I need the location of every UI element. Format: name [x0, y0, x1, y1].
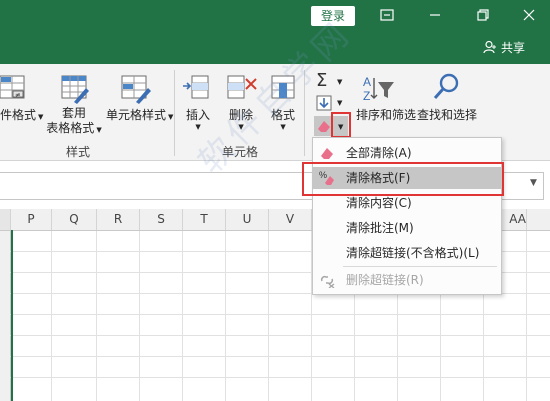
- fill-button[interactable]: ▼: [314, 94, 346, 112]
- ribbon-display-options-icon[interactable]: [380, 8, 394, 22]
- conditional-format-label: 件格式: [0, 108, 37, 122]
- highlight-clear-formats: [302, 162, 504, 196]
- svg-text:≠: ≠: [15, 91, 21, 99]
- share-label: 共享: [501, 40, 526, 55]
- menu-item-label: 全部清除(A): [346, 146, 412, 160]
- conditional-format-icon[interactable]: ≠: [0, 74, 30, 102]
- title-bar: 登录 共享: [0, 0, 550, 64]
- column-header-p[interactable]: P: [11, 209, 52, 230]
- table-format-label-1: 套用: [61, 106, 86, 120]
- menu-divider: [343, 266, 497, 267]
- sort-filter-button[interactable]: 排序和筛选: [356, 106, 416, 123]
- menu-item-label: 清除批注(M): [346, 221, 414, 235]
- column-header-s[interactable]: S: [140, 209, 183, 230]
- formula-expand-button[interactable]: ▼: [530, 178, 544, 192]
- selected-cell-edge: [0, 230, 13, 401]
- table-format-button[interactable]: 套用 表格格式 ▼: [44, 106, 104, 138]
- svg-text:A: A: [363, 75, 371, 89]
- clear-dropdown-menu: 全部清除(A) % 清除格式(F) 清除内容(C) 清除批注(M) 清除超链接(…: [312, 137, 502, 295]
- eraser-icon: [321, 148, 333, 159]
- insert-label: 插入: [186, 108, 211, 122]
- svg-text:Z: Z: [363, 89, 370, 103]
- restore-icon[interactable]: [476, 8, 490, 22]
- column-header-v[interactable]: V: [269, 209, 312, 230]
- chevron-down-icon: ▼: [96, 126, 102, 134]
- menu-item-clear-comments[interactable]: 清除批注(M): [313, 217, 501, 239]
- chevron-down-icon: ▼: [337, 99, 343, 107]
- sort-filter-label: 排序和筛选: [356, 108, 417, 122]
- eraser-icon: [318, 121, 330, 132]
- group-separator: [174, 70, 175, 156]
- chevron-down-icon: ▼: [530, 178, 537, 188]
- find-select-button[interactable]: 查找和选择: [417, 106, 477, 123]
- conditional-format-button[interactable]: 件格式 ▼: [0, 106, 43, 123]
- insert-cells-icon[interactable]: [182, 74, 212, 102]
- share-button[interactable]: 共享: [483, 38, 525, 56]
- close-icon[interactable]: [522, 8, 536, 22]
- magnifier-icon[interactable]: [432, 72, 462, 102]
- column-header-q[interactable]: Q: [52, 209, 97, 230]
- menu-item-clear-all[interactable]: 全部清除(A): [313, 142, 501, 164]
- find-select-label: 查找和选择: [417, 108, 478, 122]
- menu-item-label: 删除超链接(R): [346, 273, 424, 287]
- chevron-down-icon: ▼: [38, 113, 44, 121]
- remove-link-icon: [320, 275, 335, 288]
- styles-group-label: 样式: [66, 145, 91, 159]
- minimize-icon[interactable]: [428, 8, 442, 22]
- cell-style-label: 单元格样式: [106, 108, 167, 122]
- sort-filter-icon[interactable]: A Z: [362, 74, 396, 104]
- table-format-icon[interactable]: [60, 74, 90, 104]
- cell-style-icon[interactable]: [120, 74, 152, 104]
- highlight-clear-dropdown: [331, 112, 351, 138]
- chevron-down-icon: ▼: [168, 113, 174, 121]
- table-format-label-2: 表格格式: [46, 121, 95, 135]
- menu-item-label: 清除超链接(不含格式)(L): [346, 246, 480, 260]
- chevron-down-icon: ▼: [337, 78, 343, 86]
- person-icon: [483, 40, 496, 54]
- column-header-u[interactable]: U: [226, 209, 269, 230]
- fill-down-icon: [316, 95, 332, 111]
- column-header-t[interactable]: T: [183, 209, 226, 230]
- header-corner: [0, 209, 11, 230]
- menu-item-clear-hyperlinks[interactable]: 清除超链接(不含格式)(L): [313, 242, 501, 264]
- menu-item-remove-hyperlinks: 删除超链接(R): [313, 269, 501, 291]
- column-header-r[interactable]: R: [97, 209, 140, 230]
- cell-style-button[interactable]: 单元格样式 ▼: [106, 106, 173, 123]
